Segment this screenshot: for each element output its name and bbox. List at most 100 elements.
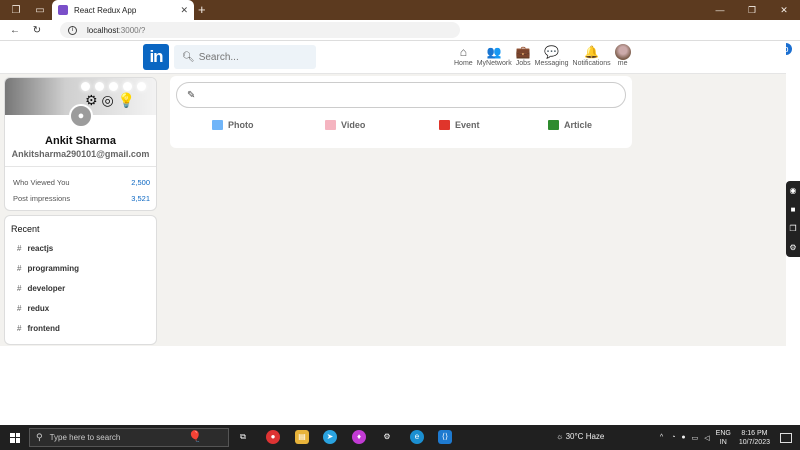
wifi-icon[interactable]: ◔	[671, 434, 675, 441]
linkedin-logo[interactable]: in	[143, 44, 169, 70]
workspaces-icon[interactable]: ❐	[8, 3, 24, 17]
close-window-icon[interactable]: ✕	[768, 0, 800, 20]
browser-tab[interactable]: React Redux App ✕	[52, 0, 194, 20]
refresh-icon[interactable]: ↻	[30, 25, 44, 36]
nav-me[interactable]: me	[614, 44, 631, 72]
recent-card: Recent # reactjs # programming # developer …	[4, 215, 157, 345]
event-button[interactable]: Event	[439, 120, 480, 130]
idea-icon: ⚙ ◎ 💡	[85, 92, 135, 108]
video-button[interactable]: Video	[325, 120, 365, 130]
microphone-icon[interactable]: ●	[681, 434, 685, 441]
site-header: in 🔍︎ ⌂ Home 👥 MyNetwork 💼 Jobs 💬 Messag…	[0, 41, 786, 74]
nav-notifications[interactable]: 🔔 Notifications	[573, 44, 611, 72]
nav-label: Home	[454, 60, 473, 67]
lang-bottom: IN	[719, 438, 727, 446]
recent-item-label: programming	[27, 264, 80, 273]
address-bar[interactable]: i localhost:3000/?	[60, 22, 460, 38]
search-box[interactable]: 🔍︎	[174, 45, 316, 69]
copy-icon[interactable]: ❐	[789, 224, 796, 233]
settings-gear-icon[interactable]: ⚙	[380, 430, 394, 444]
camera-icon[interactable]: ◉	[790, 186, 797, 195]
restore-icon[interactable]: ❐	[736, 0, 768, 20]
nav-home[interactable]: ⌂ Home	[454, 44, 473, 72]
start-windows-icon[interactable]	[10, 432, 20, 443]
recent-item[interactable]: # reactjs	[17, 244, 53, 253]
notification-icon[interactable]	[780, 432, 792, 443]
profile-email: Ankitsharma290101@gmail.com	[11, 149, 150, 159]
profile-avatar-icon[interactable]: ●	[69, 104, 93, 128]
stat-label: Post impressions	[13, 194, 71, 203]
start-post-input[interactable]: ✎	[176, 82, 626, 108]
divider	[5, 166, 156, 167]
nav-label: MyNetwork	[476, 60, 512, 67]
article-icon	[548, 120, 559, 130]
recent-item-label: reactjs	[27, 244, 54, 253]
recent-item-label: frontend	[27, 324, 60, 333]
task-view-icon[interactable]: ⧉	[236, 430, 250, 444]
hashtag-icon: #	[17, 244, 22, 253]
search-icon: 🔍︎	[182, 51, 195, 63]
avatar	[614, 44, 631, 60]
message-icon: 💬	[544, 45, 560, 59]
vscode-icon[interactable]: ⟨⟩	[438, 430, 452, 444]
chevron-up-icon[interactable]: ^	[660, 434, 663, 441]
site-info-icon[interactable]: i	[68, 25, 77, 35]
telegram-icon[interactable]: ➤	[323, 430, 337, 444]
file-explorer-icon[interactable]: ▤	[295, 430, 309, 444]
back-arrow-icon[interactable]: ←	[8, 25, 22, 36]
photo-button[interactable]: Photo	[212, 120, 254, 130]
photo-label: Photo	[228, 120, 254, 130]
tab-favicon-icon	[58, 5, 68, 15]
search-input[interactable]	[198, 51, 309, 63]
nav-jobs[interactable]: 💼 Jobs	[516, 44, 531, 72]
recent-item[interactable]: # developer	[17, 284, 65, 293]
recent-item[interactable]: # programming	[17, 264, 79, 273]
weather-temp: 30°C	[565, 432, 584, 441]
nav-label: me	[617, 60, 628, 67]
lang-top: ENG	[715, 429, 731, 437]
chrome-icon[interactable]: ●	[266, 430, 280, 444]
search-icon: ⚲	[36, 432, 43, 442]
recent-item[interactable]: # frontend	[17, 324, 60, 333]
tab-close-icon[interactable]: ✕	[180, 5, 188, 16]
hashtag-icon: #	[17, 304, 22, 313]
clock[interactable]: 8:16 PM 10/7/2023	[739, 429, 770, 447]
weather-icon: ☼	[556, 432, 564, 441]
video-icon	[325, 120, 336, 130]
settings-gear-icon[interactable]: ⚙	[789, 243, 796, 252]
stat-label: Who Viewed You	[13, 178, 70, 187]
weather-desc: Haze	[585, 432, 605, 441]
profile-name[interactable]: Ankit Sharma	[5, 135, 156, 147]
browser-toolbar: ← ↻ i localhost:3000/? ⊞ A ☆ ◘ ● ⚙ ▯ ✩ ⧉…	[0, 20, 800, 55]
new-tab-button[interactable]: +	[198, 2, 206, 17]
bell-icon: 🔔	[584, 45, 600, 59]
language-indicator[interactable]: ENG IN	[716, 429, 731, 447]
stat-post-impressions[interactable]: Post impressions 3,521	[13, 194, 150, 203]
edge-icon[interactable]: e	[410, 430, 424, 444]
app-icon[interactable]: ♦	[352, 430, 366, 444]
video-label: Video	[341, 120, 366, 130]
event-label: Event	[455, 120, 480, 130]
nav-mynetwork[interactable]: 👥 MyNetwork	[477, 44, 512, 72]
windows-taskbar: ⚲ Type here to search 🎈 ⧉ ● ▤ ➤ ♦ ⚙ e ⟨⟩…	[0, 425, 800, 450]
clock-date: 10/7/2023	[738, 438, 770, 446]
article-button[interactable]: Article	[548, 120, 592, 130]
feed-area: ⚙ ◎ 💡 ● Ankit Sharma Ankitsharma290101@g…	[0, 74, 786, 346]
nav-label: Jobs	[515, 60, 531, 67]
nav-messaging[interactable]: 💬 Messaging	[535, 44, 569, 72]
stat-who-viewed[interactable]: Who Viewed You 2,500	[13, 178, 150, 187]
stat-value: 3,521	[131, 194, 150, 203]
tab-actions-icon[interactable]: ▭	[32, 3, 48, 17]
weather-widget[interactable]: ☼ 30°C Haze	[556, 432, 604, 441]
clock-time: 8:16 PM	[741, 429, 768, 437]
system-tray: ^ ◔ ● ▭ ◁ ENG IN 8:16 PM 10/7/2023	[660, 425, 800, 450]
hashtag-icon: #	[17, 264, 22, 273]
balloons-icon[interactable]: 🎈	[188, 430, 202, 444]
video-camera-icon[interactable]: ■	[791, 205, 796, 214]
page-viewport: in 🔍︎ ⌂ Home 👥 MyNetwork 💼 Jobs 💬 Messag…	[0, 41, 786, 425]
minimize-icon[interactable]: —	[704, 0, 736, 20]
battery-icon[interactable]: ▭	[692, 434, 699, 442]
recent-item[interactable]: # redux	[17, 304, 49, 313]
article-label: Article	[564, 120, 593, 130]
volume-icon[interactable]: ◁	[704, 434, 709, 442]
